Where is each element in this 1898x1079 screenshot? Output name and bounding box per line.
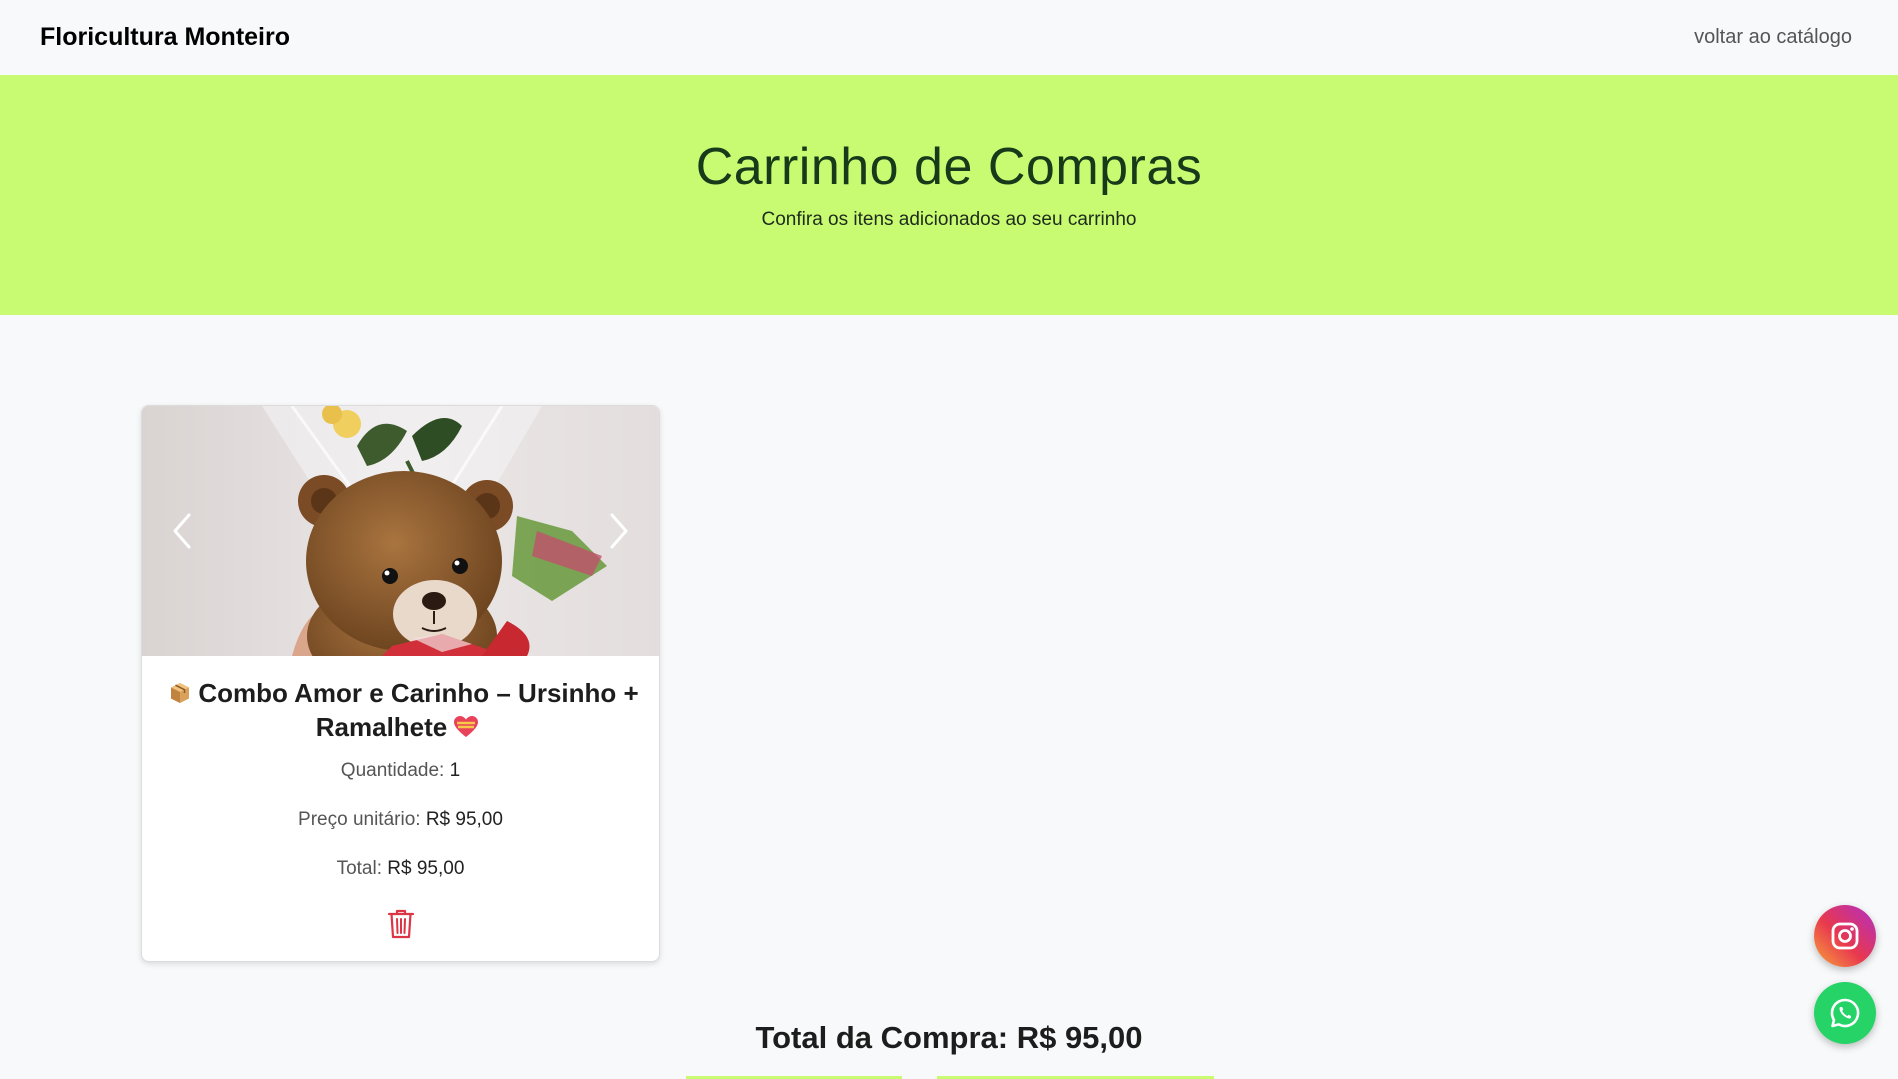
item-total-row: Total: R$ 95,00 bbox=[162, 858, 639, 880]
unit-price-value: R$ 95,00 bbox=[425, 809, 503, 830]
product-title: Combo Amor e Carinho – Ursinho + Ramalhe… bbox=[162, 678, 639, 746]
carousel-next-button[interactable] bbox=[579, 406, 659, 656]
order-total: Total da Compra: R$ 95,00 bbox=[755, 1020, 1143, 1055]
quantity-label: Quantidade: bbox=[340, 760, 445, 781]
navbar: Floricultura Monteiro voltar ao catálogo bbox=[0, 0, 1898, 75]
page-subtitle: Confira os itens adicionados ao seu carr… bbox=[761, 209, 1137, 230]
chevron-right-icon bbox=[610, 513, 628, 549]
chevron-left-icon bbox=[173, 513, 191, 549]
package-icon bbox=[168, 681, 192, 712]
back-to-catalog-link[interactable]: voltar ao catálogo bbox=[1694, 26, 1852, 49]
item-total-label: Total: bbox=[336, 858, 382, 879]
item-total-value: R$ 95,00 bbox=[387, 858, 465, 879]
whatsapp-button[interactable] bbox=[1814, 982, 1876, 1044]
cart-item-card: Combo Amor e Carinho – Ursinho + Ramalhe… bbox=[141, 405, 660, 962]
quantity-value: 1 bbox=[449, 760, 461, 781]
quantity-row: Quantidade: 1 bbox=[162, 760, 639, 782]
instagram-button[interactable] bbox=[1814, 905, 1876, 967]
unit-price-label: Preço unitário: bbox=[298, 809, 421, 830]
whatsapp-icon bbox=[1830, 998, 1860, 1028]
product-title-text: Combo Amor e Carinho – Ursinho + Ramalhe… bbox=[198, 678, 639, 742]
carousel-prev-button[interactable] bbox=[142, 406, 222, 656]
instagram-icon bbox=[1831, 922, 1859, 950]
page-title: Carrinho de Compras bbox=[695, 138, 1203, 196]
brand-logo[interactable]: Floricultura Monteiro bbox=[40, 23, 290, 52]
product-image-carousel bbox=[142, 406, 659, 656]
trash-icon bbox=[387, 909, 414, 939]
cart-item-body: Combo Amor e Carinho – Ursinho + Ramalhe… bbox=[142, 656, 659, 945]
heart-icon bbox=[453, 715, 479, 746]
unit-price-row: Preço unitário: R$ 95,00 bbox=[162, 809, 639, 831]
remove-item-button[interactable] bbox=[387, 908, 415, 945]
hero-banner: Carrinho de Compras Confira os itens adi… bbox=[0, 75, 1898, 315]
